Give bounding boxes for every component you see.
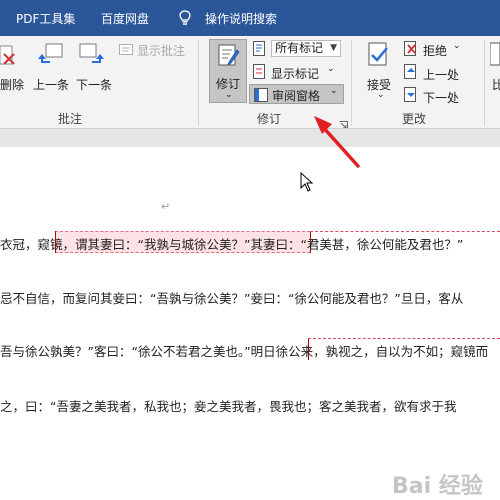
document-line[interactable]: 之，曰：“吾妻之美我者，私我也；妾之美我者，畏我也；客之美我者，欲有求于我: [0, 396, 456, 415]
change-leader-line: [308, 338, 500, 339]
next-comment-icon[interactable]: [78, 42, 106, 72]
annotation-arrow-icon: [312, 114, 362, 174]
delete-comment-icon[interactable]: [0, 42, 18, 76]
previous-comment-icon[interactable]: [36, 42, 64, 72]
show-markup-button[interactable]: 显示标记: [271, 65, 319, 82]
mouse-cursor-icon: [300, 171, 314, 196]
previous-comment-button[interactable]: 上一条: [33, 76, 69, 93]
baidu-jingyan-watermark: Bai 经验: [392, 474, 483, 499]
ruler-gap: [0, 129, 500, 147]
compare-icon[interactable]: [489, 42, 500, 74]
next-change-icon: [404, 87, 418, 106]
document-line[interactable]: 衣冠，窥镜，谓其妻曰：“我孰与城徐公美？”其妻曰：“君美甚，徐公何能及君也？”: [0, 234, 463, 253]
chevron-down-icon: ▼: [330, 43, 337, 53]
next-comment-button[interactable]: 下一条: [76, 76, 112, 93]
tab-baidu-netdisk[interactable]: 百度网盘: [101, 10, 149, 27]
track-changes-icon: [218, 44, 240, 72]
chevron-down-icon: ⌄: [225, 90, 233, 100]
tab-pdf-tools[interactable]: PDF工具集: [16, 10, 75, 27]
previous-change-icon: [404, 64, 418, 83]
comments-group-label: 批注: [58, 112, 83, 126]
lightbulb-icon: [179, 10, 191, 30]
show-comments-button[interactable]: 显示批注: [137, 42, 185, 59]
chevron-down-icon: ⌄: [327, 64, 335, 74]
document-line[interactable]: 忌不自信，而复问其妾曰：“吾孰与徐公美？”妾曰：“徐公何能及君也？”旦日，客从: [0, 288, 463, 307]
tell-me-search[interactable]: 操作说明搜索: [205, 10, 277, 27]
show-markup-icon: [253, 64, 267, 83]
changes-group-label: 更改: [402, 112, 427, 126]
next-change-button[interactable]: 下一处: [423, 89, 459, 106]
ribbon-tabs-bar: PDF工具集 百度网盘 操作说明搜索: [0, 0, 500, 36]
group-divider: [484, 40, 485, 126]
accept-icon[interactable]: [368, 42, 390, 74]
change-leader-line: [310, 231, 500, 232]
markup-display-icon: [253, 41, 267, 60]
reviewing-pane-label: 审阅窗格: [272, 89, 321, 103]
compare-button[interactable]: 比: [492, 76, 500, 93]
reject-button[interactable]: 拒绝: [423, 42, 447, 59]
previous-change-button[interactable]: 上一处: [423, 66, 459, 83]
chevron-down-icon: ⌄: [330, 86, 338, 96]
reviewing-pane-icon: [254, 87, 268, 106]
reject-icon: [404, 41, 418, 60]
reviewing-pane-button[interactable]: 审阅窗格 ⌄: [249, 84, 344, 104]
paragraph-mark: ↵: [161, 200, 171, 213]
chevron-down-icon: ⌄: [377, 90, 385, 100]
delete-button[interactable]: 删除: [0, 76, 24, 93]
track-changes-button[interactable]: 修订 ⌄: [209, 39, 247, 103]
chevron-down-icon: ⌄: [453, 41, 461, 51]
show-comments-icon[interactable]: [119, 42, 133, 61]
group-divider: [198, 40, 199, 126]
markup-level-select[interactable]: 所有标记 ▼: [271, 40, 341, 57]
document-line[interactable]: 吾与徐公孰美？”客曰：“徐公不若君之美也。”明日徐公来，孰视之，自以为不如；窥镜…: [0, 341, 488, 360]
markup-level-value: 所有标记: [275, 41, 324, 55]
tracking-group-label: 修订: [257, 112, 282, 126]
